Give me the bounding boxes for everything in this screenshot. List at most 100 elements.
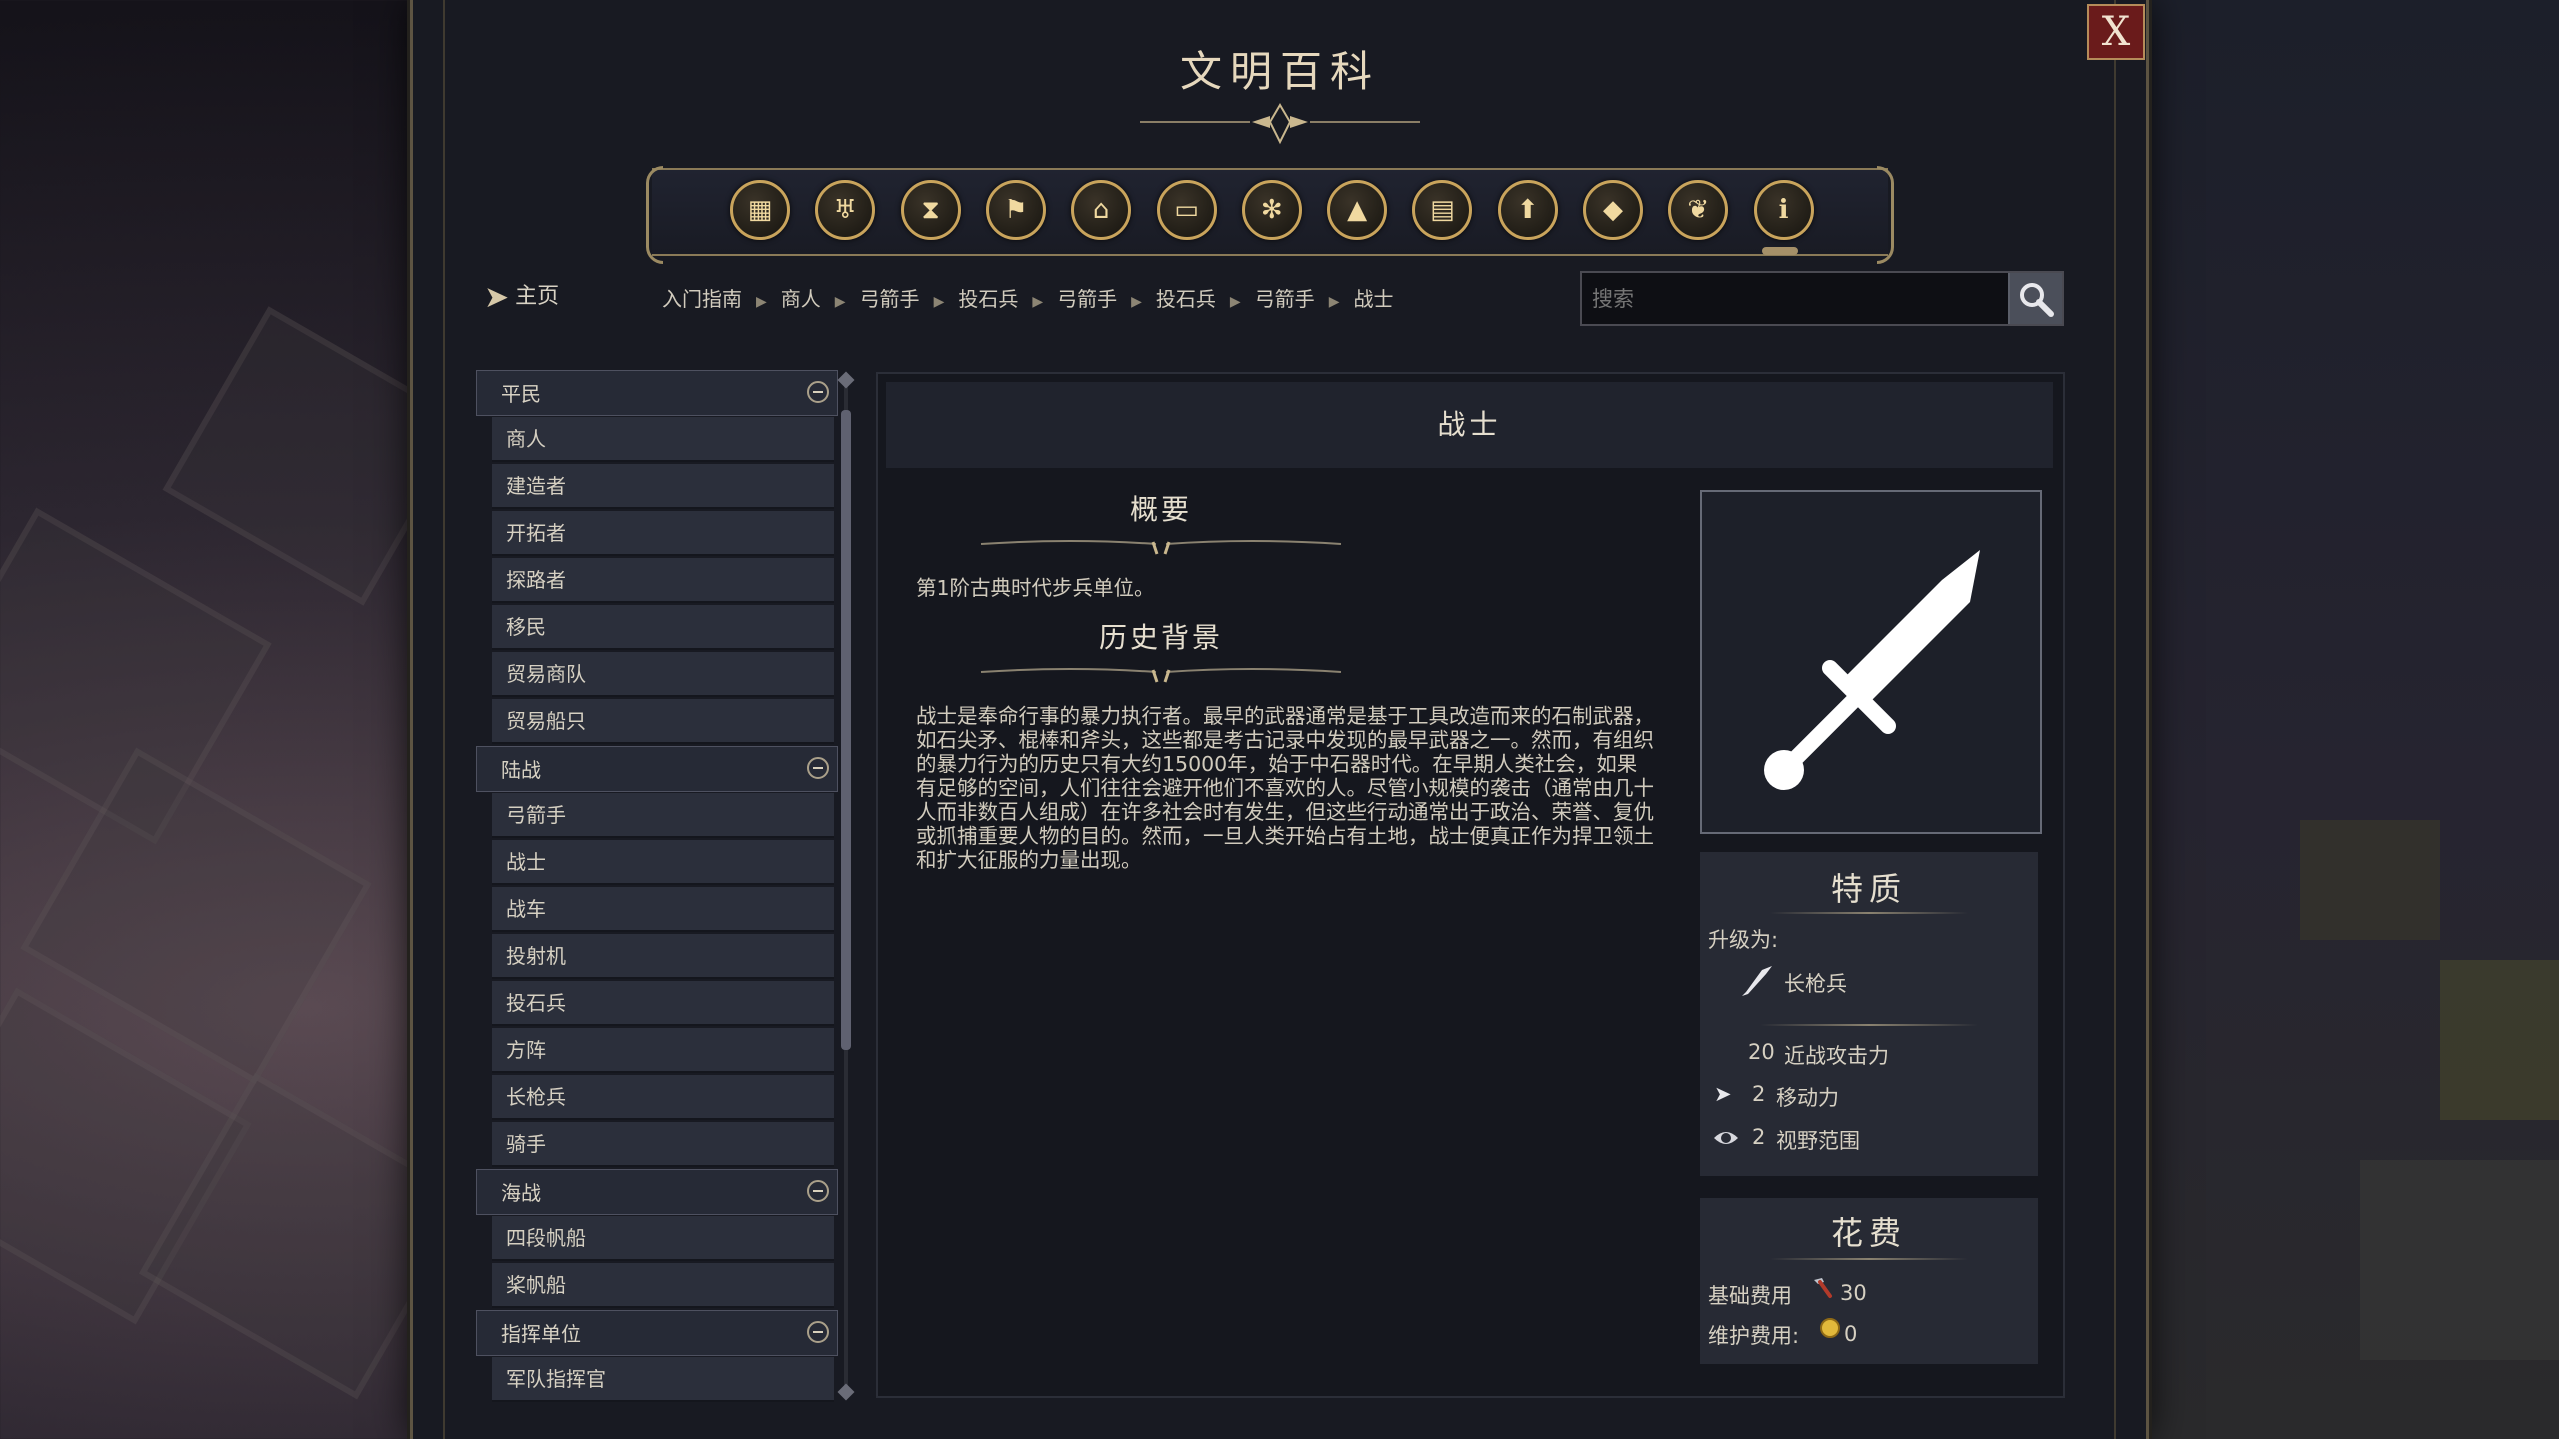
mountains-icon[interactable]: ▲: [1327, 180, 1388, 240]
list-item[interactable]: 战士: [492, 840, 834, 885]
government-building-icon[interactable]: ⌂: [1071, 180, 1132, 240]
collapse-icon[interactable]: [807, 1321, 829, 1343]
sight-value: 2: [1752, 1125, 1766, 1149]
list-item[interactable]: 开拓者: [492, 511, 834, 556]
list-item[interactable]: 贸易船只: [492, 699, 834, 744]
breadcrumb-separator-icon: ▶: [1229, 294, 1241, 310]
breadcrumb-item[interactable]: 弓箭手: [1255, 287, 1315, 311]
list-item[interactable]: 弓箭手: [492, 793, 834, 838]
summary-heading: 概要: [1129, 493, 1192, 526]
category-header[interactable]: 平民: [476, 370, 838, 416]
search-icon: [2020, 283, 2054, 317]
list-item[interactable]: 商人: [492, 417, 834, 462]
eye-icon: [1714, 1132, 1738, 1144]
breadcrumb-item[interactable]: 投石兵: [1156, 287, 1216, 311]
list-item[interactable]: 长枪兵: [492, 1075, 834, 1120]
summary-text: 第1阶古典时代步兵单位。: [916, 576, 1155, 600]
breadcrumb-separator-icon: ▶: [756, 294, 767, 310]
upgrade-unit-name: 长枪兵: [1784, 972, 1847, 996]
toolbar-selected-indicator: [1762, 247, 1798, 255]
breadcrumb-item[interactable]: 入门指南: [662, 287, 742, 311]
background-map: [2140, 0, 2559, 1439]
list-item[interactable]: 贸易商队: [492, 652, 834, 697]
back-arrow-icon: ➤: [484, 280, 510, 315]
list-item[interactable]: 四段帆船: [492, 1216, 834, 1261]
flag-icon[interactable]: ⚑: [985, 180, 1046, 240]
list-item[interactable]: 战车: [492, 887, 834, 932]
history-heading: 历史背景: [1098, 621, 1223, 654]
scroll-down-arrow[interactable]: [837, 1383, 855, 1401]
search-box: [1580, 271, 2064, 326]
list-item[interactable]: 探路者: [492, 558, 834, 603]
category-label: 陆战: [501, 758, 541, 782]
traits-panel: 特质 升级为: 长枪兵 20 近战攻击力 ➤ 2 移动力 2 视野范围: [1700, 852, 2038, 1176]
breadcrumb-separator-icon: ▶: [1032, 294, 1044, 310]
cost-heading: 花费: [1830, 1214, 1907, 1252]
open-book-icon[interactable]: ▭: [1156, 180, 1217, 240]
list-item[interactable]: 方阵: [492, 1028, 834, 1073]
pyramid-icon[interactable]: ◆: [1583, 180, 1643, 240]
goblet-icon[interactable]: ♅: [815, 180, 876, 240]
breadcrumb-separator-icon: ▶: [1328, 294, 1340, 310]
scroll-up-arrow[interactable]: [837, 371, 855, 389]
cost-panel: 花费 基础费用 30 维护费用: 0: [1700, 1198, 2038, 1364]
scroll-thumb[interactable]: [841, 410, 851, 1050]
upgrade-arrow-icon[interactable]: ⬆: [1497, 180, 1558, 240]
list-item[interactable]: 投射机: [492, 934, 834, 979]
list-item[interactable]: 军队指挥官: [492, 1357, 834, 1402]
unit-list: 平民 商人 建造者 开拓者 探路者 移民 贸易商队 贸易船只陆战弓箭手 战士 战车 投射机 投石兵 方阵…: [476, 370, 838, 1402]
search-button[interactable]: [2008, 273, 2062, 324]
upgrade-label: 升级为:: [1708, 928, 1779, 952]
map-tile: [2360, 1160, 2559, 1360]
upkeep-value: 0: [1844, 1322, 1858, 1346]
close-button[interactable]: X: [2087, 4, 2145, 60]
breadcrumb-separator-icon: ▶: [1131, 294, 1142, 310]
page-title: 文明百科: [1179, 47, 1380, 96]
section-ornament: [980, 540, 1342, 555]
traits-heading: 特质: [1830, 870, 1907, 908]
sight-label: 视野范围: [1776, 1129, 1860, 1153]
collapse-icon[interactable]: [807, 1180, 829, 1202]
category-label: 指挥单位: [501, 1322, 581, 1346]
collapse-icon[interactable]: [807, 381, 829, 403]
spear-icon: [1742, 966, 1772, 996]
dove-icon[interactable]: ❦: [1668, 180, 1729, 240]
breadcrumb: 入门指南 ▶ 商人 ▶ 弓箭手 ▶ 投石兵 ▶ 弓箭手 ▶ 投石兵 ▶ 弓箭手 ▶ 战士: [662, 283, 1393, 312]
list-item[interactable]: 骑手: [492, 1122, 834, 1167]
list-scrollbar[interactable]: [837, 370, 855, 1402]
category-header[interactable]: 海战: [476, 1169, 838, 1215]
toolbar-cap-left: [646, 166, 663, 264]
gold-coin-icon: [1820, 1318, 1840, 1338]
info-icon[interactable]: i: [1753, 180, 1814, 240]
category-header[interactable]: 指挥单位: [476, 1310, 838, 1356]
list-item[interactable]: 移民: [492, 605, 834, 650]
category-header[interactable]: 陆战: [476, 746, 838, 792]
home-label: 主页: [515, 284, 560, 309]
hourglass-icon[interactable]: ⧗: [900, 180, 961, 240]
collapse-icon[interactable]: [807, 757, 829, 779]
melee-label: 近战攻击力: [1784, 1044, 1889, 1068]
movement-label: 移动力: [1776, 1086, 1839, 1110]
cost-divider: [1770, 1258, 1968, 1260]
base-cost-label: 基础费用: [1708, 1284, 1792, 1308]
home-link[interactable]: ➤ 主页: [484, 278, 559, 315]
list-item[interactable]: 桨帆船: [492, 1263, 834, 1308]
section-ornament: [980, 668, 1342, 683]
history-text: 战士是奉命行事的暴力执行者。最早的武器通常是基于工具改造而来的石制武器，如石尖矛…: [916, 704, 1654, 872]
breadcrumb-item[interactable]: 战士: [1353, 287, 1393, 311]
search-input[interactable]: [1582, 273, 2002, 324]
unit-portrait: [1700, 490, 2042, 834]
base-cost-value: 30: [1840, 1281, 1867, 1305]
breadcrumb-item[interactable]: 投石兵: [958, 287, 1018, 311]
upkeep-label: 维护费用:: [1708, 1324, 1800, 1348]
list-item[interactable]: 投石兵: [492, 981, 834, 1026]
breadcrumb-item[interactable]: 弓箭手: [860, 287, 920, 311]
city-building-icon[interactable]: ▤: [1412, 180, 1473, 240]
resources-icon[interactable]: ▦: [730, 180, 790, 240]
atom-icon[interactable]: ✻: [1241, 180, 1302, 240]
map-tile: [2300, 820, 2440, 940]
breadcrumb-item[interactable]: 商人: [781, 287, 821, 311]
movement-value: 2: [1752, 1082, 1766, 1106]
list-item[interactable]: 建造者: [492, 464, 834, 509]
breadcrumb-item[interactable]: 弓箭手: [1057, 287, 1117, 311]
